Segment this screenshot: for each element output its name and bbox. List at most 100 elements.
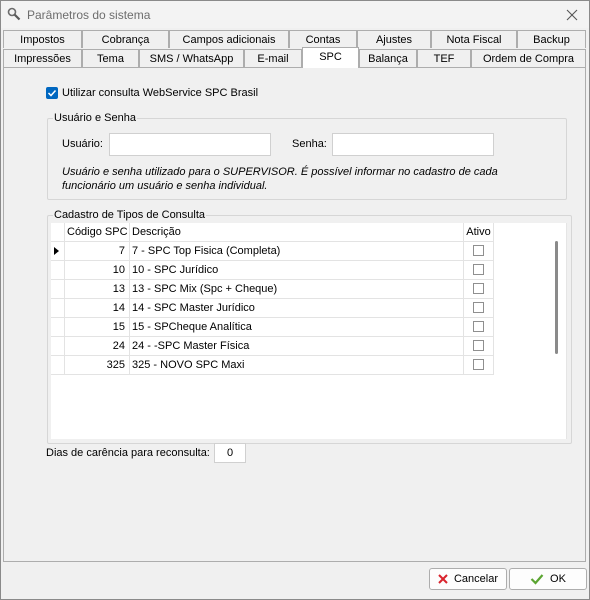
active-checkbox[interactable]: [473, 282, 484, 294]
active-checkbox[interactable]: [473, 339, 484, 351]
row-indicator: [51, 280, 65, 299]
tab-label: Ordem de Compra: [482, 53, 575, 65]
header-active[interactable]: Ativo: [464, 223, 494, 242]
tab-label: Tema: [97, 53, 124, 65]
parameters-dialog: Parâmetros do sistema Impostos Cobrança …: [0, 0, 590, 600]
cell-code[interactable]: 325: [65, 356, 130, 375]
app-tool-icon: [7, 7, 21, 21]
cell-description[interactable]: 7 - SPC Top Fisica (Completa): [130, 242, 464, 261]
cell-description[interactable]: 24 - -SPC Master Física: [130, 337, 464, 356]
tab-row-2: Impressões Tema SMS / WhatsApp E-mail SP…: [3, 47, 586, 68]
tab-campos-adicionais[interactable]: Campos adicionais: [169, 30, 289, 48]
tab-balanca[interactable]: Balança: [359, 49, 417, 67]
table-row[interactable]: 14 14 - SPC Master Jurídico: [51, 299, 494, 318]
query-types-legend: Cadastro de Tipos de Consulta: [53, 209, 207, 221]
tab-tef[interactable]: TEF: [417, 49, 471, 67]
tab-label: Balança: [368, 53, 408, 65]
tab-impressoes[interactable]: Impressões: [3, 49, 82, 67]
credentials-note: Usuário e senha utilizado para o SUPERVI…: [62, 166, 498, 192]
tab-label: E-mail: [257, 53, 289, 65]
header-description[interactable]: Descrição: [130, 223, 464, 242]
user-input[interactable]: [109, 133, 271, 156]
header-code[interactable]: Código SPC: [65, 223, 130, 242]
table-row[interactable]: 13 13 - SPC Mix (Spc + Cheque): [51, 280, 494, 299]
active-checkbox[interactable]: [473, 301, 484, 313]
cell-description[interactable]: 325 - NOVO SPC Maxi: [130, 356, 464, 375]
tab-label: Impostos: [20, 34, 65, 46]
query-types-grid[interactable]: Código SPC Descrição Ativo 7 7 - SPC Top…: [51, 223, 567, 439]
title-bar: Parâmetros do sistema: [1, 1, 589, 28]
cancel-label: Cancelar: [453, 573, 499, 585]
table-row[interactable]: 7 7 - SPC Top Fisica (Completa): [51, 242, 494, 261]
cell-active: [464, 318, 494, 337]
ok-check-icon: [530, 574, 544, 585]
tab-ordem-de-compra[interactable]: Ordem de Compra: [471, 49, 586, 67]
cancel-x-icon: [438, 574, 448, 584]
ok-label: OK: [550, 573, 566, 585]
row-indicator: [51, 261, 65, 280]
table-row[interactable]: 10 10 - SPC Jurídico: [51, 261, 494, 280]
grid-vertical-scrollbar[interactable]: [549, 223, 566, 439]
password-label: Senha:: [292, 138, 327, 150]
table-row[interactable]: 24 24 - -SPC Master Física: [51, 337, 494, 356]
table-row[interactable]: 325 325 - NOVO SPC Maxi: [51, 356, 494, 375]
use-webservice-checkbox[interactable]: [46, 87, 58, 99]
cell-code[interactable]: 7: [65, 242, 130, 261]
window-title: Parâmetros do sistema: [27, 8, 151, 22]
tab-label: SPC: [319, 51, 342, 63]
tab-tema[interactable]: Tema: [82, 49, 139, 67]
grace-days-label: Dias de carência para reconsulta:: [46, 447, 210, 459]
cell-code[interactable]: 15: [65, 318, 130, 337]
row-indicator: [51, 356, 65, 375]
cell-active: [464, 337, 494, 356]
active-checkbox[interactable]: [473, 244, 484, 256]
cell-description[interactable]: 14 - SPC Master Jurídico: [130, 299, 464, 318]
tab-label: Backup: [533, 34, 570, 46]
tab-impostos[interactable]: Impostos: [3, 30, 82, 48]
cell-code[interactable]: 24: [65, 337, 130, 356]
row-indicator: [51, 299, 65, 318]
credentials-legend: Usuário e Senha: [53, 112, 137, 124]
grid-header: Código SPC Descrição Ativo: [51, 223, 494, 242]
cell-code[interactable]: 10: [65, 261, 130, 280]
tab-contas[interactable]: Contas: [289, 30, 357, 48]
grace-days-input[interactable]: 0: [214, 443, 246, 463]
tab-label: Contas: [305, 34, 341, 46]
tab-nota-fiscal[interactable]: Nota Fiscal: [431, 30, 517, 48]
row-indicator: [51, 242, 65, 261]
tab-email[interactable]: E-mail: [244, 49, 302, 67]
tab-sms-whatsapp[interactable]: SMS / WhatsApp: [139, 49, 244, 67]
cell-active: [464, 299, 494, 318]
cell-description[interactable]: 15 - SPCheque Analítica: [130, 318, 464, 337]
row-indicator: [51, 318, 65, 337]
tab-label: Campos adicionais: [182, 34, 276, 46]
active-checkbox[interactable]: [473, 263, 484, 275]
tab-cobranca[interactable]: Cobrança: [82, 30, 169, 48]
cell-code[interactable]: 13: [65, 280, 130, 299]
tab-row-1: Impostos Cobrança Campos adicionais Cont…: [3, 30, 586, 49]
tab-backup[interactable]: Backup: [517, 30, 586, 48]
tab-spc[interactable]: SPC: [302, 47, 359, 68]
cell-active: [464, 356, 494, 375]
tab-label: Nota Fiscal: [446, 34, 502, 46]
password-input[interactable]: [332, 133, 494, 156]
tab-label: TEF: [433, 53, 455, 65]
cell-active: [464, 261, 494, 280]
cell-description[interactable]: 10 - SPC Jurídico: [130, 261, 464, 280]
header-indicator-cell: [51, 223, 65, 242]
cancel-button[interactable]: Cancelar: [429, 568, 507, 590]
tab-label: Impressões: [14, 53, 71, 65]
cell-active: [464, 242, 494, 261]
cell-description[interactable]: 13 - SPC Mix (Spc + Cheque): [130, 280, 464, 299]
table-row[interactable]: 15 15 - SPCheque Analítica: [51, 318, 494, 337]
scrollbar-thumb[interactable]: [555, 241, 558, 354]
tab-ajustes[interactable]: Ajustes: [357, 30, 431, 48]
use-webservice-label[interactable]: Utilizar consulta WebService SPC Brasil: [62, 87, 258, 99]
user-label: Usuário:: [62, 138, 103, 150]
cell-code[interactable]: 14: [65, 299, 130, 318]
close-button[interactable]: [555, 1, 589, 28]
active-checkbox[interactable]: [473, 358, 484, 370]
active-checkbox[interactable]: [473, 320, 484, 332]
current-row-arrow-icon: [54, 247, 59, 255]
ok-button[interactable]: OK: [509, 568, 587, 590]
